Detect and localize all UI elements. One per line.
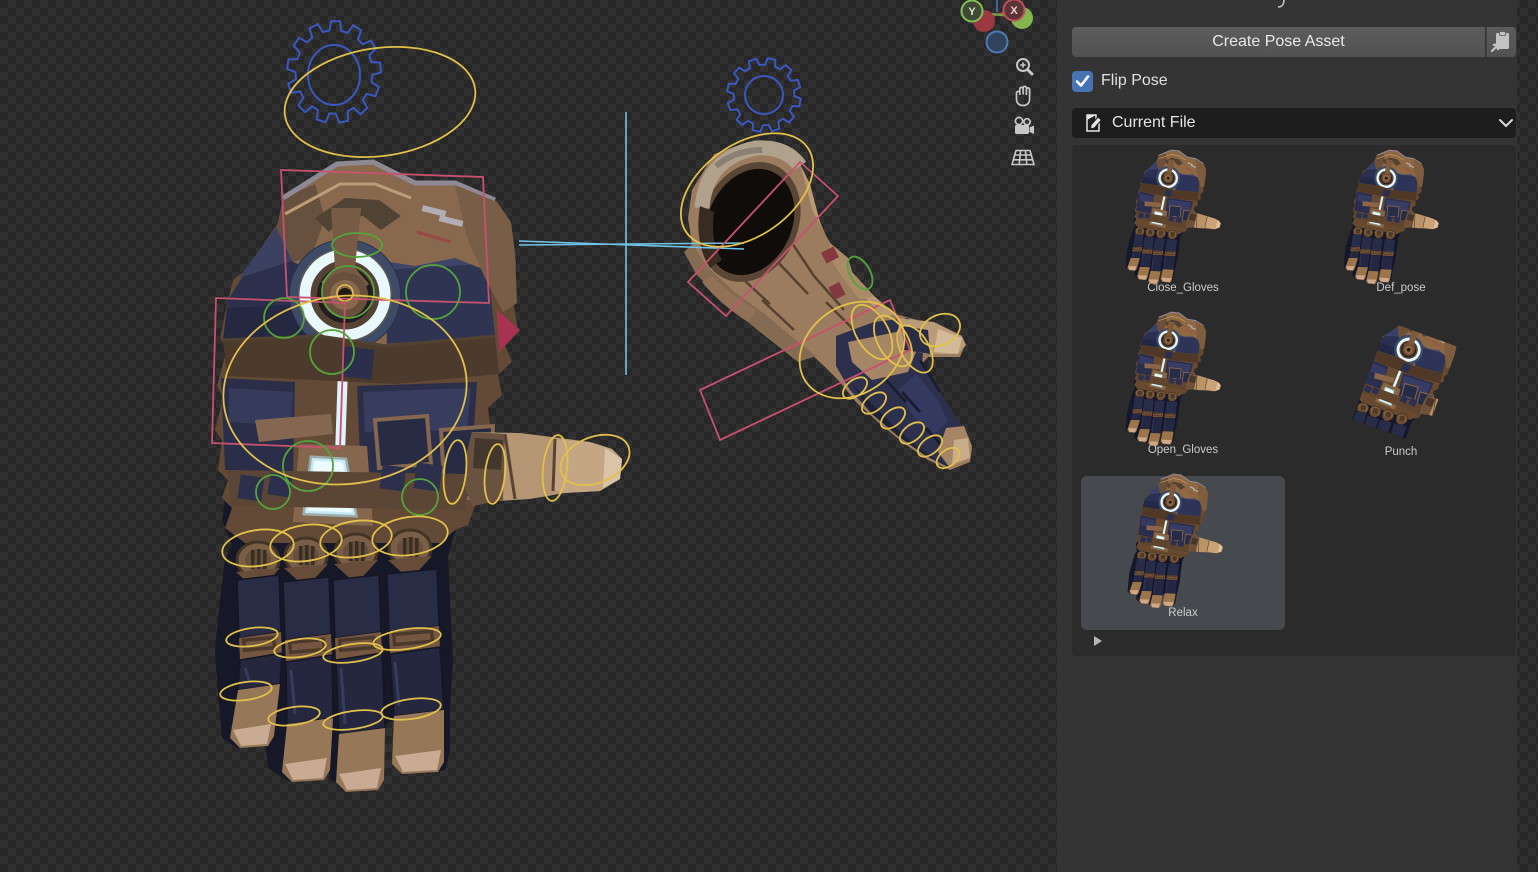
svg-text:X: X [1010, 5, 1018, 17]
svg-text:Y: Y [968, 6, 976, 18]
